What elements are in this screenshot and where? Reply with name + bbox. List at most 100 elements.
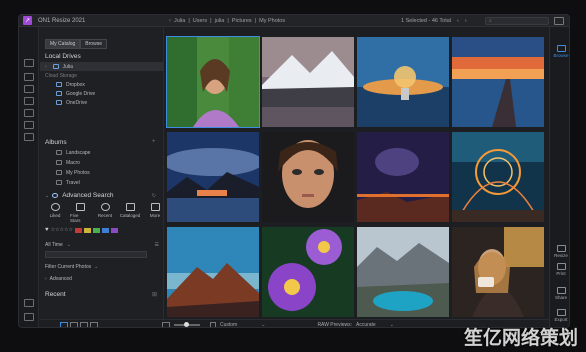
module-print[interactable]: Print — [550, 263, 569, 276]
tab-browse[interactable]: Browse — [80, 39, 107, 49]
sidebar-item-my-photos[interactable]: My Photos — [40, 168, 164, 177]
color-label-red[interactable] — [74, 227, 82, 233]
cloud-icon[interactable] — [24, 121, 34, 129]
filter-text-input[interactable] — [45, 251, 147, 258]
local-drives-title: Local Drives — [45, 53, 81, 60]
breadcrumb-item[interactable]: Users — [193, 18, 207, 24]
photo-tile-woman-coffee[interactable] — [452, 227, 544, 317]
detail-view-icon[interactable] — [80, 321, 88, 327]
slider-thumb[interactable] — [184, 321, 189, 327]
monitor-icon[interactable] — [24, 73, 34, 81]
back-arrow-icon[interactable]: ‹ — [169, 18, 171, 24]
clock-icon — [100, 203, 110, 211]
compare-view-icon[interactable] — [90, 321, 98, 327]
album-icon[interactable] — [24, 133, 34, 141]
module-export[interactable]: Export — [550, 309, 569, 322]
breadcrumb-item[interactable]: My Photos — [259, 18, 285, 24]
filter-cataloged[interactable]: Cataloged — [120, 203, 140, 223]
chevron-right-icon: › — [45, 63, 47, 70]
advanced-toggle[interactable]: › Advanced — [45, 275, 159, 283]
left-rail — [19, 27, 39, 327]
module-browse[interactable]: Browse — [550, 45, 569, 58]
catalog-tabs: My Catalog Browse — [45, 39, 107, 49]
nav-back-icon[interactable]: ‹ — [457, 18, 459, 24]
camera-icon[interactable] — [24, 85, 34, 93]
color-label-blue[interactable] — [101, 227, 109, 233]
sidebar-item-macro[interactable]: Macro — [40, 158, 164, 167]
heart-filter-icon[interactable]: ♥ — [45, 227, 49, 233]
color-label-yellow[interactable] — [83, 227, 91, 233]
breadcrumb-item[interactable]: Pictures — [232, 18, 252, 24]
breadcrumb-item[interactable]: julia — [215, 18, 225, 24]
image-icon[interactable] — [24, 97, 34, 105]
photo-tile-woman-green-leaves[interactable] — [166, 36, 260, 128]
refresh-icon[interactable]: ↻ — [152, 193, 156, 199]
add-album-icon[interactable]: + — [152, 139, 156, 145]
add-icon[interactable] — [24, 59, 34, 67]
sidebar-item-onedrive[interactable]: OneDrive — [40, 98, 164, 107]
share-icon — [556, 287, 566, 294]
help-icon[interactable] — [24, 313, 34, 321]
right-rail: Browse Resize Print Share Export — [549, 27, 569, 327]
photo-thumbnail — [452, 227, 544, 317]
photo-tile-mountain-lake-aerial[interactable] — [357, 227, 449, 317]
list-view-icon[interactable]: ☰ — [155, 242, 159, 248]
sidebar-item-travel[interactable]: Travel — [40, 178, 164, 187]
heart-icon — [50, 203, 60, 211]
sidebar-item-label: Julia — [62, 63, 73, 70]
thumbnail-size-slider[interactable] — [174, 321, 200, 327]
filter-five-stars[interactable]: Five Stars — [70, 203, 90, 223]
drive-icon[interactable] — [24, 109, 34, 117]
recent-options-icon[interactable]: ⊞ — [152, 291, 157, 298]
app-logo-icon: ↗ — [23, 16, 32, 25]
photo-tile-galaxy-canyon[interactable] — [357, 132, 449, 222]
star-rating-filter[interactable]: ☆☆☆☆☆ — [51, 227, 73, 233]
photo-tile-pier-sunset[interactable] — [452, 37, 544, 127]
albums-title: Albums — [45, 139, 67, 146]
drive-icon — [52, 64, 59, 69]
photo-thumbnail — [452, 132, 544, 222]
nav-forward-icon[interactable]: › — [465, 18, 467, 24]
photo-thumbnail — [357, 37, 449, 127]
filter-more[interactable]: More — [145, 203, 165, 223]
photo-tile-mountain-sunset[interactable] — [167, 227, 259, 317]
photo-tile-lightbulb-sunset[interactable] — [357, 37, 449, 127]
color-label-purple[interactable] — [110, 227, 118, 233]
filter-recent[interactable]: Recent — [95, 203, 115, 223]
search-icon — [52, 193, 59, 198]
onedrive-icon — [56, 100, 62, 105]
filter-current-photos[interactable]: Filter Current Photos ⌄ — [45, 263, 159, 271]
filter-liked[interactable]: Liked — [45, 203, 65, 223]
sidebar-item-google-drive[interactable]: Google Drive — [40, 89, 164, 98]
settings-icon[interactable] — [24, 299, 34, 307]
grid-view-icon[interactable] — [60, 321, 68, 327]
photo-tile-purple-flowers[interactable] — [262, 227, 354, 317]
browse-icon — [556, 45, 566, 52]
advanced-search-header[interactable]: ⌄ Advanced Search ↻ — [40, 191, 164, 200]
breadcrumb-item[interactable]: Julia — [174, 18, 185, 24]
folder-icon[interactable] — [554, 17, 564, 25]
photo-tile-milky-way-lake[interactable] — [167, 132, 259, 222]
export-icon — [556, 309, 566, 316]
chevron-down-icon: ⌄ — [94, 264, 99, 270]
module-resize[interactable]: Resize — [550, 245, 569, 258]
color-label-green[interactable] — [92, 227, 100, 233]
search-input[interactable]: ⌕ — [485, 17, 549, 25]
photo-tile-light-painting[interactable] — [452, 132, 544, 222]
filmstrip-view-icon[interactable] — [70, 321, 78, 327]
sidebar-item-landscape[interactable]: Landscape — [40, 148, 164, 157]
sidebar-item-dropbox[interactable]: Dropbox — [40, 80, 164, 89]
rating-color-filter: ♥ ☆☆☆☆☆ — [45, 226, 159, 234]
photo-tile-woman-portrait[interactable] — [262, 132, 354, 222]
dropbox-icon — [56, 82, 62, 87]
sort-dropdown[interactable]: Custom — [220, 322, 237, 328]
chevron-down-icon: ⌄ — [389, 321, 394, 328]
tab-my-catalog[interactable]: My Catalog — [45, 39, 81, 49]
photo-tile-snow-mountain-lake[interactable] — [262, 37, 354, 127]
time-filter-dropdown[interactable]: All Time ⌄ ☰ — [45, 241, 159, 249]
resize-icon — [556, 245, 566, 252]
module-share[interactable]: Share — [550, 287, 569, 300]
raw-previews-dropdown[interactable]: Accurate — [356, 322, 376, 328]
sidebar-item-julia[interactable]: › Julia — [40, 62, 164, 71]
sort-icon[interactable] — [210, 321, 216, 327]
